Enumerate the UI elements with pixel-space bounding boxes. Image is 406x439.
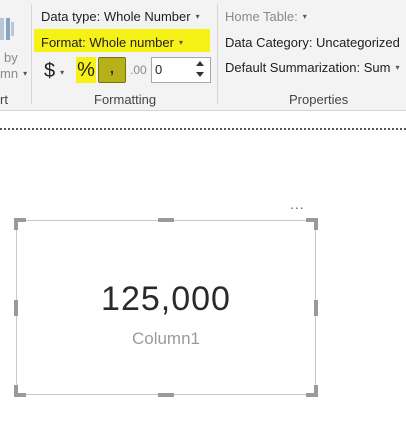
- home-table-dropdown[interactable]: Home Table: ▾: [225, 9, 307, 25]
- chevron-down-icon: ▾: [23, 69, 28, 78]
- currency-format-button[interactable]: $ ▾: [44, 60, 64, 84]
- properties-group-label: Properties: [289, 92, 349, 107]
- resize-handle-bottom[interactable]: [158, 393, 174, 397]
- resize-handle-bottom-right[interactable]: [314, 385, 318, 397]
- spin-down-icon[interactable]: [196, 72, 204, 77]
- chevron-down-icon: ▾: [395, 63, 400, 72]
- data-category-dropdown[interactable]: Data Category: Uncategorized: [225, 35, 400, 51]
- group-separator: [217, 4, 218, 104]
- decimal-places-icon: .00: [130, 63, 147, 77]
- resize-handle-top[interactable]: [158, 218, 174, 222]
- decimal-places-stepper[interactable]: 0: [151, 57, 211, 83]
- resize-handle-top-right[interactable]: [314, 218, 318, 230]
- ribbon-border: [0, 110, 406, 111]
- ribbon: by mn ▾ rt Data type: Whole Number ▾ Forma…: [0, 0, 406, 110]
- canvas-dotted-divider: [0, 128, 406, 130]
- data-category-label: Data Category: Uncategorized: [225, 35, 400, 50]
- partial-column-icon[interactable]: [0, 18, 14, 40]
- chevron-down-icon: ▾: [60, 68, 65, 77]
- card-label: Column1: [131, 329, 201, 348]
- format-dropdown[interactable]: Format: Whole number ▾: [41, 35, 183, 51]
- formatting-group-label: Formatting: [94, 92, 157, 107]
- home-table-label: Home Table:: [225, 9, 298, 24]
- decimal-places-value[interactable]: 0: [155, 62, 162, 77]
- partial-group-label: rt: [0, 92, 8, 107]
- percent-format-button[interactable]: %: [76, 57, 96, 83]
- spin-up-icon[interactable]: [196, 61, 204, 66]
- thousands-separator-button[interactable]: ,: [98, 57, 126, 83]
- comma-icon: ,: [110, 60, 114, 76]
- resize-handle-bottom-left[interactable]: [14, 385, 18, 397]
- data-type-label: Data type: Whole Number: [41, 9, 191, 24]
- currency-icon: $: [44, 60, 56, 82]
- card-value: 125,000: [101, 280, 231, 318]
- format-label: Format: Whole number: [41, 35, 174, 50]
- data-type-dropdown[interactable]: Data type: Whole Number ▾: [41, 9, 200, 25]
- default-summarization-label: Default Summarization: Sum: [225, 60, 391, 75]
- more-options-icon[interactable]: ...: [290, 196, 305, 212]
- resize-handle-top-left[interactable]: [14, 218, 18, 230]
- chevron-down-icon: ▾: [178, 38, 183, 47]
- column-icon: [0, 18, 14, 40]
- group-separator: [31, 4, 32, 104]
- partial-button-label-1: by: [4, 50, 18, 65]
- default-summarization-dropdown[interactable]: Default Summarization: Sum ▾: [225, 60, 399, 76]
- percent-icon: %: [77, 59, 95, 81]
- partial-button-label-2: mn ▾: [0, 66, 28, 81]
- chevron-down-icon: ▾: [195, 12, 200, 21]
- chevron-down-icon: ▾: [302, 12, 307, 21]
